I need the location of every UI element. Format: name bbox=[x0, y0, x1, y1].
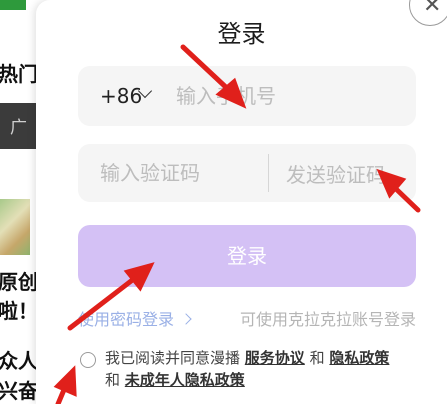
code-field: 发送验证码 bbox=[78, 144, 416, 202]
background-band-text: 广 bbox=[10, 118, 27, 138]
agreement-prefix: 我已阅读并同意漫播 bbox=[105, 349, 241, 367]
background-text: 原创 bbox=[0, 270, 36, 294]
password-login-label: 使用密码登录 bbox=[78, 310, 175, 329]
service-agreement-link[interactable]: 服务协议 bbox=[245, 349, 305, 367]
phone-field: +86 bbox=[78, 66, 416, 126]
country-code-select[interactable]: +86 bbox=[100, 84, 142, 108]
kela-login-link[interactable]: 可使用克拉克拉账号登录 bbox=[240, 306, 416, 330]
background-text: 热门 bbox=[0, 62, 36, 86]
background-text: 众人 bbox=[0, 349, 36, 373]
login-button[interactable]: 登录 bbox=[78, 225, 416, 287]
agreement-text: 我已阅读并同意漫播 服务协议 和 隐私政策 和 未成年人隐私政策 bbox=[105, 347, 405, 391]
background-text: 啦！ bbox=[0, 299, 36, 323]
send-code-button[interactable]: 发送验证码 bbox=[286, 159, 386, 188]
divider bbox=[268, 154, 269, 192]
agreement-and: 和 bbox=[309, 349, 325, 367]
code-input[interactable] bbox=[100, 159, 260, 187]
agreement-and: 和 bbox=[105, 371, 121, 389]
phone-input[interactable] bbox=[176, 82, 396, 110]
password-login-link[interactable]: 使用密码登录 bbox=[78, 306, 192, 330]
background-page: 热门 广 原创 啦！ 众人 兴奋 bbox=[0, 0, 36, 404]
background-dark-band: 广 bbox=[0, 103, 36, 149]
minor-privacy-policy-link[interactable]: 未成年人隐私政策 bbox=[125, 371, 245, 389]
chevron-right-icon bbox=[180, 313, 192, 325]
background-text: 兴奋 bbox=[0, 379, 36, 403]
agreement-checkbox[interactable] bbox=[80, 352, 96, 368]
background-banner bbox=[0, 0, 26, 10]
login-modal: ✕ 登录 +86 发送验证码 登录 使用密码登录 可使用克拉克拉账号登录 我已阅… bbox=[36, 0, 447, 404]
background-thumbnail bbox=[0, 199, 30, 255]
privacy-policy-link[interactable]: 隐私政策 bbox=[329, 349, 389, 367]
modal-title: 登录 bbox=[217, 20, 266, 48]
